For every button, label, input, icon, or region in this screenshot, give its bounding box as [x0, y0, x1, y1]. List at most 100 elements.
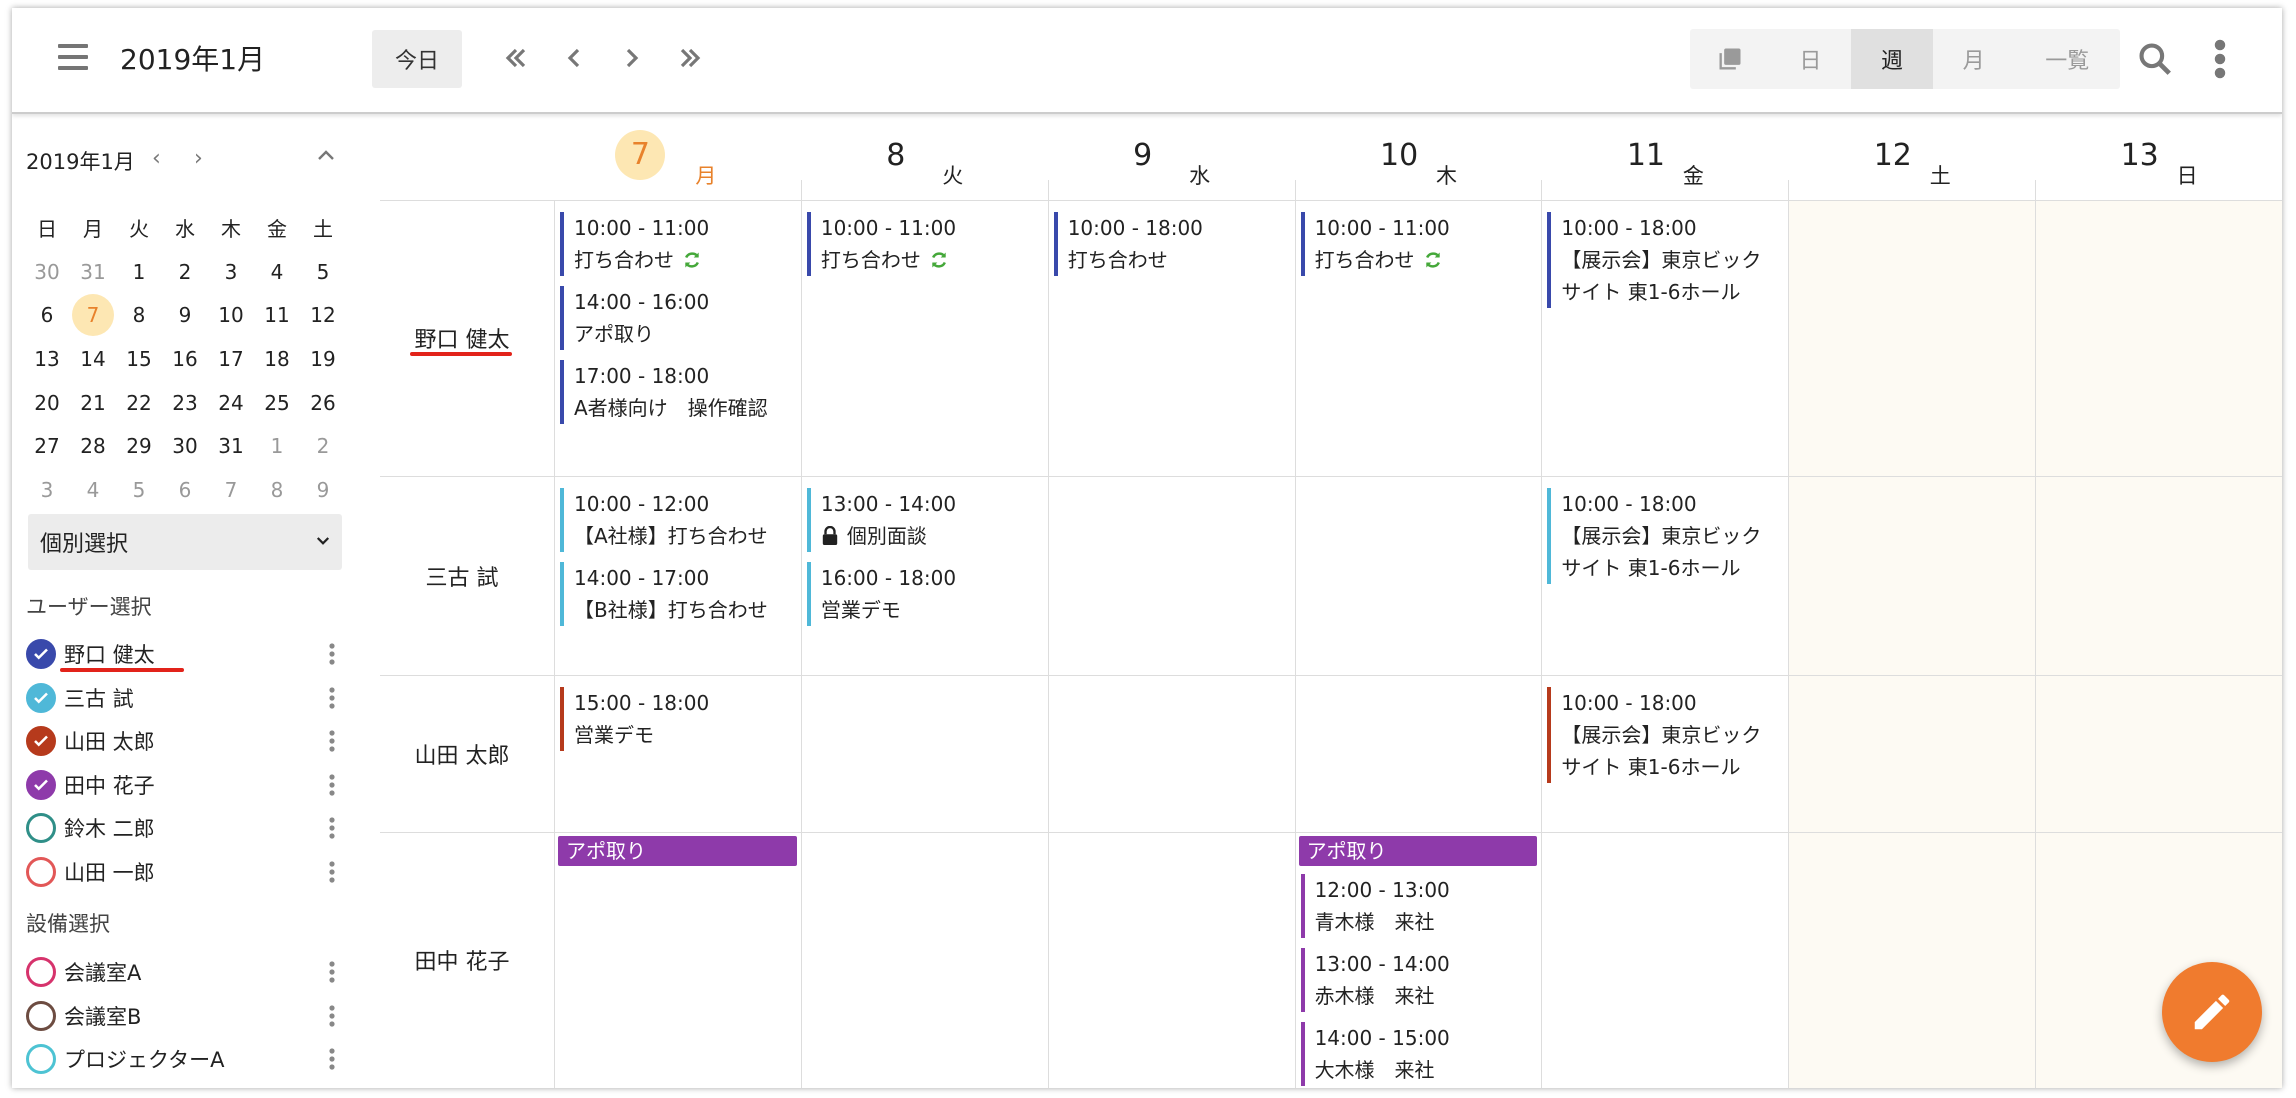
mini-calendar-day[interactable]: 31 — [70, 260, 116, 284]
more-vertical-icon[interactable] — [328, 642, 336, 666]
mini-calendar-day[interactable]: 8 — [116, 303, 162, 327]
more-vertical-icon[interactable] — [328, 816, 336, 840]
mini-calendar-day[interactable]: 10 — [208, 303, 254, 327]
event-item[interactable]: 12:00 - 13:00 青木様 来社 — [1300, 874, 1450, 938]
menu-icon[interactable] — [58, 44, 88, 70]
event-item[interactable]: 10:00 - 18:00 打ち合わせ — [1053, 212, 1203, 276]
mini-calendar-day[interactable]: 18 — [254, 347, 300, 371]
event-item[interactable]: 15:00 - 18:00 営業デモ — [560, 687, 709, 751]
mini-calendar-day[interactable]: 30 — [24, 260, 70, 284]
mini-calendar-day[interactable]: 22 — [116, 391, 162, 415]
mini-calendar-day[interactable]: 9 — [300, 478, 346, 502]
equipment-item[interactable]: 会議室B — [26, 996, 336, 1036]
mini-calendar-day[interactable]: 30 — [162, 434, 208, 458]
mini-calendar-day[interactable]: 1 — [254, 434, 300, 458]
mini-calendar-day[interactable]: 1 — [116, 260, 162, 284]
user-item[interactable]: 山田 太郎 — [26, 721, 336, 761]
event-item[interactable]: 10:00 - 12:00 【A社様】打ち合わせ — [560, 488, 768, 552]
user-item[interactable]: 三古 試 — [26, 678, 336, 718]
mini-calendar-prev-button[interactable]: ‹ — [152, 146, 161, 171]
day-header-number[interactable]: 11 — [1627, 138, 1665, 173]
mini-calendar-today[interactable]: 7 — [70, 294, 116, 337]
allday-event[interactable]: アポ取り — [558, 836, 797, 866]
checkbox-icon[interactable] — [26, 726, 56, 757]
more-vertical-icon[interactable] — [328, 960, 336, 984]
event-item[interactable]: 13:00 - 14:00 赤木様 来社 — [1300, 948, 1450, 1012]
next-button[interactable] — [612, 36, 652, 80]
mini-calendar-day[interactable]: 25 — [254, 391, 300, 415]
today-button[interactable]: 今日 — [372, 30, 462, 88]
mini-calendar-day[interactable]: 2 — [300, 434, 346, 458]
mini-calendar-day[interactable]: 5 — [116, 478, 162, 502]
new-event-button[interactable] — [2162, 962, 2262, 1062]
checkbox-icon[interactable] — [26, 639, 56, 669]
next-far-button[interactable] — [670, 36, 710, 80]
mini-calendar-day[interactable]: 8 — [254, 478, 300, 502]
day-header-number[interactable]: 13 — [2121, 138, 2159, 173]
prev-far-button[interactable] — [496, 36, 536, 80]
mini-calendar-day[interactable]: 13 — [24, 347, 70, 371]
event-item[interactable]: 14:00 - 17:00 【B社様】打ち合わせ — [560, 562, 768, 626]
chevron-up-icon[interactable] — [314, 144, 338, 168]
mini-calendar-day[interactable]: 14 — [70, 347, 116, 371]
checkbox-icon[interactable] — [26, 769, 56, 800]
mini-calendar-day[interactable]: 24 — [208, 391, 254, 415]
mini-calendar-day[interactable]: 9 — [162, 303, 208, 327]
more-vertical-icon[interactable] — [328, 773, 336, 797]
mini-calendar-day[interactable]: 4 — [70, 478, 116, 502]
allday-event[interactable]: アポ取り — [1298, 836, 1538, 866]
mini-calendar-day[interactable]: 20 — [24, 391, 70, 415]
event-item[interactable]: 14:00 - 15:00 大木様 来社 — [1300, 1022, 1450, 1086]
search-icon[interactable] — [2136, 40, 2174, 78]
mini-calendar-day[interactable]: 6 — [162, 478, 208, 502]
mini-calendar-day[interactable]: 31 — [208, 434, 254, 458]
view-list-button[interactable]: 一覧 — [2015, 29, 2121, 89]
filter-select[interactable]: 個別選択 — [28, 514, 342, 570]
equipment-item[interactable]: プロジェクターA — [26, 1039, 336, 1079]
user-item[interactable]: 鈴木 二郎 — [26, 808, 336, 848]
event-item[interactable]: 14:00 - 16:00 アポ取り — [560, 286, 709, 350]
checkbox-icon[interactable] — [26, 682, 56, 713]
day-header-number[interactable]: 8 — [886, 138, 905, 173]
user-item[interactable]: 山田 一郎 — [26, 852, 336, 892]
view-week-button[interactable]: 週 — [1851, 29, 1933, 89]
day-header-today[interactable]: 7 — [615, 130, 666, 180]
mini-calendar-day[interactable]: 3 — [24, 478, 70, 502]
event-item[interactable]: 13:00 - 14:00 個別面談 — [806, 488, 956, 552]
mini-calendar-day[interactable]: 5 — [300, 260, 346, 284]
event-item[interactable]: 10:00 - 18:00 【展示会】東京ビック サイト 東1-6ホール — [1547, 488, 1761, 584]
prev-button[interactable] — [554, 36, 594, 80]
mini-calendar-day[interactable]: 27 — [24, 434, 70, 458]
event-item[interactable]: 10:00 - 11:00 打ち合わせ — [1300, 212, 1450, 276]
more-vertical-icon[interactable] — [328, 1047, 336, 1071]
equipment-item[interactable]: 会議室A — [26, 952, 336, 992]
more-vertical-icon[interactable] — [328, 1004, 336, 1028]
mini-calendar-day[interactable]: 3 — [208, 260, 254, 284]
mini-calendar-day[interactable]: 28 — [70, 434, 116, 458]
mini-calendar-day[interactable]: 19 — [300, 347, 346, 371]
day-header-number[interactable]: 12 — [1874, 138, 1912, 173]
mini-calendar-day[interactable]: 11 — [254, 303, 300, 327]
event-item[interactable]: 10:00 - 11:00 打ち合わせ — [560, 212, 709, 276]
mini-calendar-day[interactable]: 23 — [162, 391, 208, 415]
mini-calendar-day[interactable]: 4 — [254, 260, 300, 284]
event-item[interactable]: 17:00 - 18:00 A者様向け 操作確認 — [560, 360, 768, 424]
day-header-number[interactable]: 10 — [1380, 138, 1418, 173]
mini-calendar-day[interactable]: 26 — [300, 391, 346, 415]
mini-calendar-day[interactable]: 21 — [70, 391, 116, 415]
more-vertical-icon[interactable] — [328, 860, 336, 884]
mini-calendar-day[interactable]: 29 — [116, 434, 162, 458]
more-vertical-icon[interactable] — [2212, 38, 2228, 80]
mini-calendar-day[interactable]: 16 — [162, 347, 208, 371]
mini-calendar-next-button[interactable]: › — [194, 146, 203, 171]
checkbox-icon[interactable] — [26, 1044, 56, 1075]
event-item[interactable]: 10:00 - 18:00 【展示会】東京ビック サイト 東1-6ホール — [1547, 687, 1761, 783]
checkbox-icon[interactable] — [26, 813, 56, 844]
view-month-button[interactable]: 月 — [1933, 29, 2015, 89]
mini-calendar-day[interactable]: 6 — [24, 303, 70, 327]
mini-calendar-day[interactable]: 17 — [208, 347, 254, 371]
checkbox-icon[interactable] — [26, 857, 56, 887]
checkbox-icon[interactable] — [26, 1000, 56, 1031]
event-item[interactable]: 10:00 - 11:00 打ち合わせ — [806, 212, 956, 276]
more-vertical-icon[interactable] — [328, 686, 336, 710]
